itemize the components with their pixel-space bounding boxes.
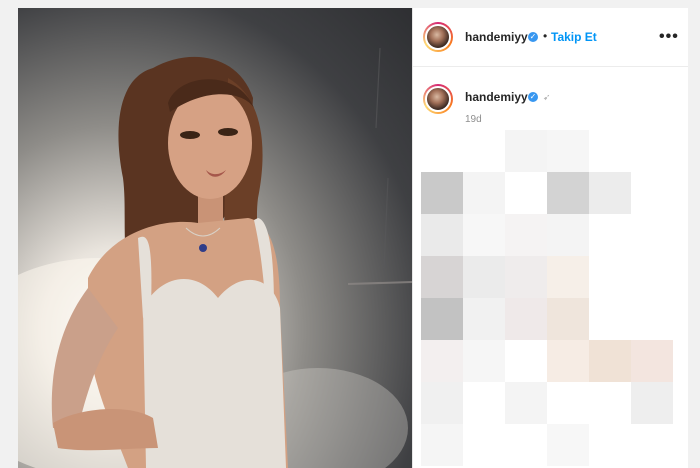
verified-badge-icon: ✓ bbox=[528, 32, 538, 42]
instagram-post: handemiyy ✓ • Takip Et ••• handemiyy ✓ ➹… bbox=[18, 8, 688, 468]
post-photo[interactable] bbox=[18, 8, 412, 468]
more-options-icon[interactable]: ••• bbox=[659, 28, 679, 46]
header-username[interactable]: handemiyy bbox=[465, 30, 528, 44]
caption-emoji-icon: ➹ bbox=[543, 92, 551, 102]
caption-username[interactable]: handemiyy bbox=[465, 90, 528, 104]
post-timestamp: 19d bbox=[465, 114, 482, 125]
separator-dot: • bbox=[543, 29, 548, 43]
post-sidebar: handemiyy ✓ • Takip Et ••• handemiyy ✓ ➹… bbox=[412, 8, 688, 468]
caption-avatar[interactable] bbox=[423, 84, 453, 114]
follow-button[interactable]: Takip Et bbox=[551, 30, 597, 44]
portrait-illustration bbox=[18, 47, 412, 468]
caption-verified-badge-icon: ✓ bbox=[528, 92, 538, 102]
avatar[interactable] bbox=[423, 22, 453, 52]
post-header: handemiyy ✓ • Takip Et ••• bbox=[413, 8, 688, 67]
